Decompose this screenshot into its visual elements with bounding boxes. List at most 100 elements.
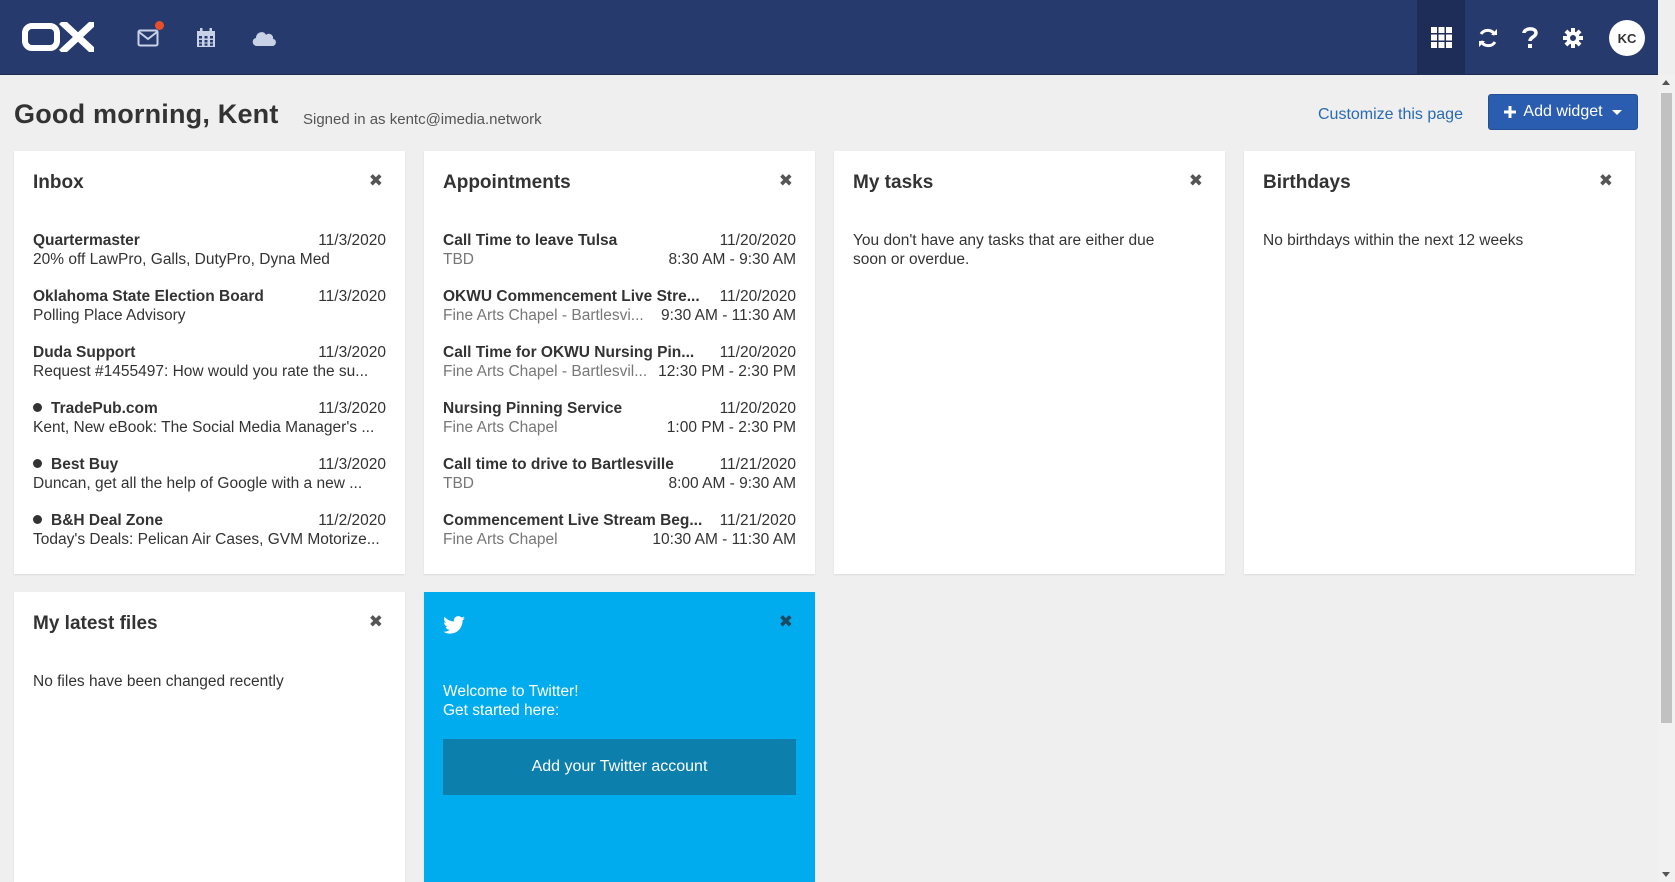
close-icon[interactable]: ✖ xyxy=(1189,171,1203,191)
list-item[interactable]: OKWU Commencement Live Stre... 11/20/2020… xyxy=(443,287,796,343)
mail-sender: TradePub.com xyxy=(51,400,158,417)
apps-grid-icon xyxy=(1430,27,1452,48)
appointment-location: Fine Arts Chapel - Bartlesvi... xyxy=(443,307,644,324)
mail-subject: 20% off LawPro, Galls, DutyPro, Dyna Med xyxy=(33,251,330,268)
appointment-location: Fine Arts Chapel - Bartlesvil... xyxy=(443,363,648,380)
mail-sender: Quartermaster xyxy=(33,232,140,249)
tasks-empty-line: soon or overdue. xyxy=(853,251,970,268)
appointment-title: Call time to drive to Bartlesville xyxy=(443,456,674,473)
mail-icon[interactable] xyxy=(134,21,164,52)
settings-gear-icon[interactable] xyxy=(1559,24,1587,52)
mail-sender: Duda Support xyxy=(33,344,136,361)
appointment-date: 11/20/2020 xyxy=(719,400,796,417)
widget-title: Birthdays xyxy=(1263,172,1351,193)
list-item[interactable]: Quartermaster 11/3/2020 20% off LawPro, G… xyxy=(33,231,386,287)
mail-date: 11/2/2020 xyxy=(318,512,386,529)
inbox-widget: Inbox ✖ Quartermaster 11/3/2020 20% off L… xyxy=(14,151,405,574)
mail-sender: B&H Deal Zone xyxy=(51,512,163,529)
appointment-title: Nursing Pinning Service xyxy=(443,400,623,417)
twitter-welcome-line: Get started here: xyxy=(443,702,560,719)
tasks-empty-message: You don't have any tasks that are either… xyxy=(853,231,1206,269)
unread-indicator xyxy=(155,21,164,30)
files-empty-message: No files have been changed recently xyxy=(33,673,284,690)
mail-sender: Best Buy xyxy=(51,456,119,473)
plus-icon xyxy=(1504,106,1517,118)
list-item[interactable]: Call Time to leave Tulsa 11/20/2020 TBD 8:… xyxy=(443,231,796,287)
appointment-time: 8:30 AM - 9:30 AM xyxy=(668,251,796,268)
unread-dot xyxy=(33,403,42,412)
list-item[interactable]: TradePub.com 11/3/2020 Kent, New eBook: T… xyxy=(33,399,386,455)
help-icon[interactable] xyxy=(1516,24,1544,52)
twitter-widget: ✖ Welcome to Twitter! Get started here: … xyxy=(424,592,815,882)
tasks-widget: My tasks ✖ You don't have any tasks that… xyxy=(834,151,1225,574)
unread-dot xyxy=(33,515,42,524)
twitter-bird-icon xyxy=(443,616,465,634)
appointment-title: OKWU Commencement Live Stre... xyxy=(443,288,700,305)
mail-subject: Duncan, get all the help of Google with … xyxy=(33,475,363,492)
inbox-list: Quartermaster 11/3/2020 20% off LawPro, G… xyxy=(33,231,386,567)
appointment-time: 1:00 PM - 2:30 PM xyxy=(666,419,796,436)
appointment-time: 10:30 AM - 11:30 AM xyxy=(652,531,796,548)
refresh-icon[interactable] xyxy=(1474,24,1502,52)
avatar[interactable]: KC xyxy=(1609,20,1645,56)
appointment-date: 11/20/2020 xyxy=(719,288,796,305)
page-title: Good morning, Kent xyxy=(14,99,279,129)
list-item[interactable]: Call time to drive to Bartlesville 11/21/… xyxy=(443,455,796,511)
widget-title: Appointments xyxy=(443,172,571,193)
appointment-location: Fine Arts Chapel xyxy=(443,531,558,548)
calendar-icon[interactable] xyxy=(192,24,220,52)
mail-date: 11/3/2020 xyxy=(318,400,386,417)
list-item[interactable]: Duda Support 11/3/2020 Request #1455497: … xyxy=(33,343,386,399)
appointment-date: 11/21/2020 xyxy=(719,456,796,473)
list-item[interactable]: Call Time for OKWU Nursing Pin... 11/20/2… xyxy=(443,343,796,399)
scroll-down-arrow-icon[interactable] xyxy=(1662,872,1670,877)
ox-logo[interactable] xyxy=(22,22,94,52)
list-item[interactable]: Best Buy 11/3/2020 Duncan, get all the he… xyxy=(33,455,386,511)
page-scrollbar[interactable] xyxy=(1658,75,1675,882)
twitter-welcome: Welcome to Twitter! Get started here: xyxy=(443,682,579,720)
files-widget: My latest files ✖ No files have been cha… xyxy=(14,592,405,882)
customize-page-link[interactable]: Customize this page xyxy=(1318,106,1463,124)
birthdays-empty-message: No birthdays within the next 12 weeks xyxy=(1263,232,1524,249)
close-icon[interactable]: ✖ xyxy=(369,171,383,191)
mail-sender: Oklahoma State Election Board xyxy=(33,288,264,305)
mail-date: 11/3/2020 xyxy=(318,232,386,249)
mail-date: 11/3/2020 xyxy=(318,456,386,473)
add-widget-label: Add widget xyxy=(1523,103,1603,120)
close-icon[interactable]: ✖ xyxy=(779,171,793,191)
appointments-widget: Appointments ✖ Call Time to leave Tulsa 1… xyxy=(424,151,815,574)
unread-dot xyxy=(33,459,42,468)
appointment-date: 11/20/2020 xyxy=(719,232,796,249)
scroll-up-arrow-icon[interactable] xyxy=(1662,80,1670,85)
add-widget-button[interactable]: Add widget xyxy=(1488,94,1638,130)
appointment-time: 8:00 AM - 9:30 AM xyxy=(668,475,796,492)
close-icon[interactable]: ✖ xyxy=(779,612,793,632)
scrollbar-thumb[interactable] xyxy=(1661,93,1672,723)
list-item[interactable]: Nursing Pinning Service 11/20/2020 Fine A… xyxy=(443,399,796,455)
appointments-list: Call Time to leave Tulsa 11/20/2020 TBD 8:… xyxy=(443,231,796,567)
top-bar: KC xyxy=(0,0,1658,75)
mail-date: 11/3/2020 xyxy=(318,288,386,305)
close-icon[interactable]: ✖ xyxy=(369,612,383,632)
widget-title: My tasks xyxy=(853,172,934,193)
mail-subject: Request #1455497: How would you rate the… xyxy=(33,363,369,380)
appointment-title: Call Time for OKWU Nursing Pin... xyxy=(443,344,695,361)
list-item[interactable]: Commencement Live Stream Beg... 11/21/202… xyxy=(443,511,796,567)
chevron-down-icon xyxy=(1611,109,1622,115)
mail-subject: Kent, New eBook: The Social Media Manage… xyxy=(33,419,375,436)
appointment-location: TBD xyxy=(443,251,474,268)
tasks-empty-line: You don't have any tasks that are either… xyxy=(853,232,1155,249)
list-item[interactable]: B&H Deal Zone 11/2/2020 Today's Deals: Pe… xyxy=(33,511,386,567)
add-twitter-account-button[interactable]: Add your Twitter account xyxy=(443,739,796,795)
appointment-date: 11/21/2020 xyxy=(719,512,796,529)
list-item[interactable]: Oklahoma State Election Board 11/3/2020 P… xyxy=(33,287,386,343)
appointment-date: 11/20/2020 xyxy=(719,344,796,361)
close-icon[interactable]: ✖ xyxy=(1599,171,1613,191)
apps-grid-button[interactable] xyxy=(1417,0,1465,75)
birthdays-widget: Birthdays ✖ No birthdays within the next… xyxy=(1244,151,1635,574)
cloud-icon[interactable] xyxy=(250,24,278,52)
appointment-title: Commencement Live Stream Beg... xyxy=(443,512,703,529)
appointment-time: 9:30 AM - 11:30 AM xyxy=(661,307,796,324)
mail-date: 11/3/2020 xyxy=(318,344,386,361)
appointment-time: 12:30 PM - 2:30 PM xyxy=(658,363,796,380)
